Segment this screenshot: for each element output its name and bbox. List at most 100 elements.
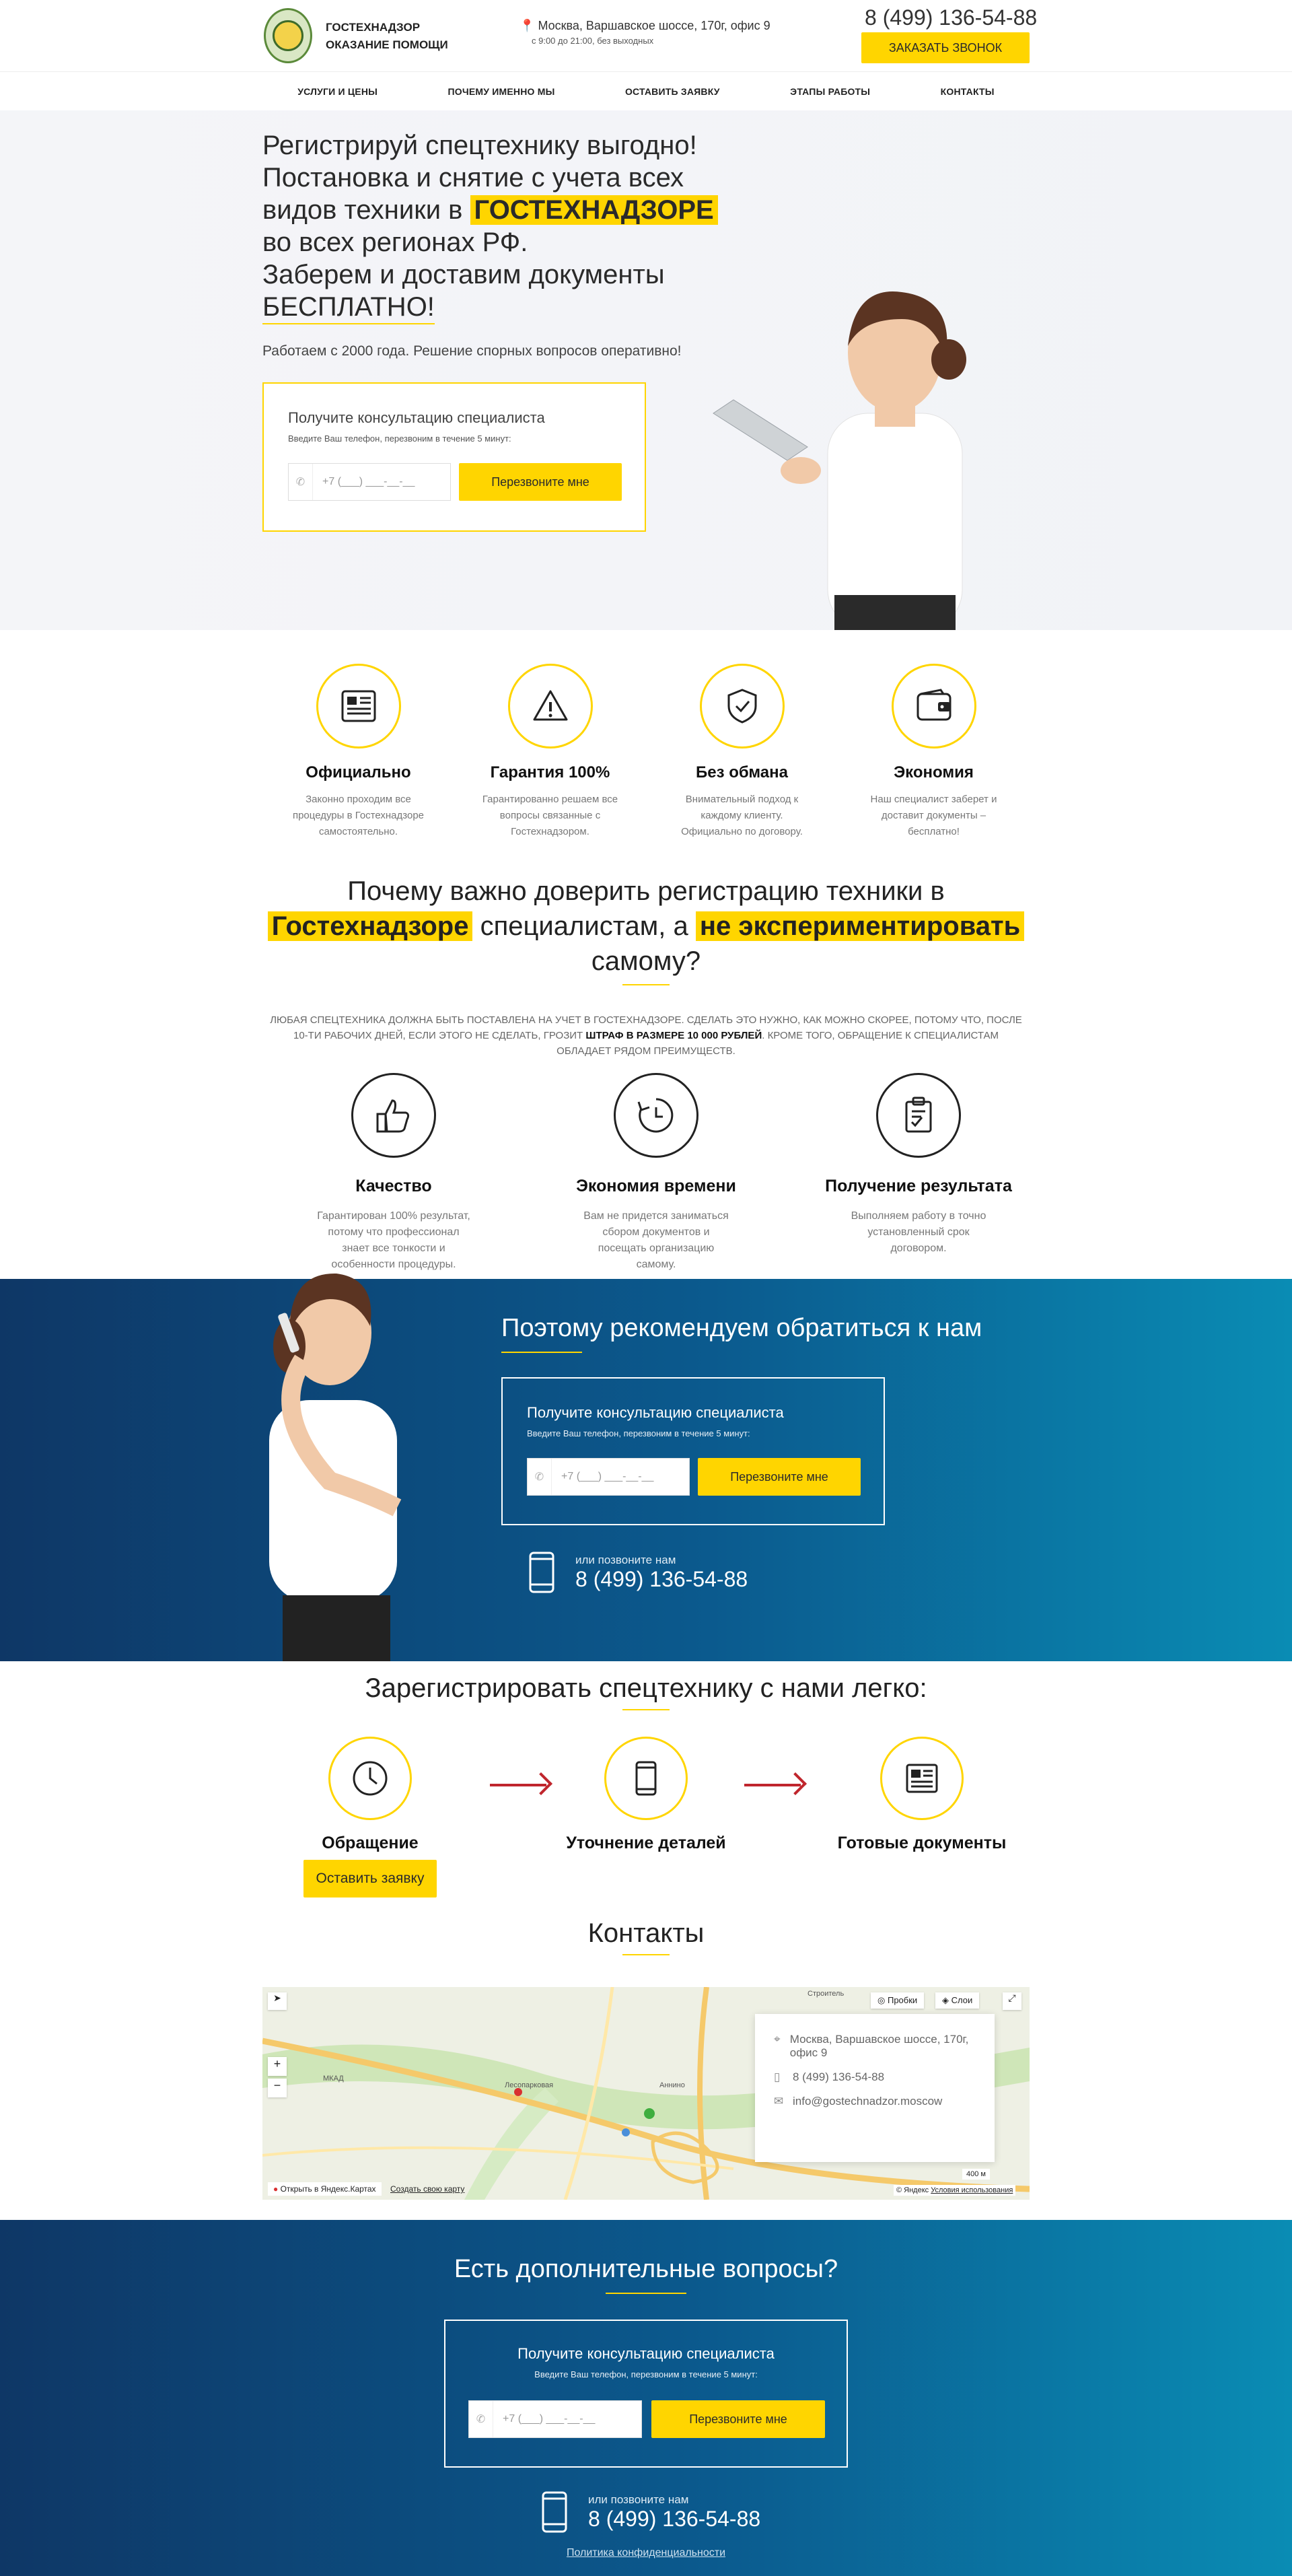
order-call-button[interactable]: ЗАКАЗАТЬ ЗВОНОК — [861, 32, 1030, 63]
step-arrow — [490, 1784, 546, 1786]
step-title: Готовые документы — [837, 1834, 1007, 1852]
nav-contacts[interactable]: КОНТАКТЫ — [941, 86, 995, 97]
nav-services[interactable]: УСЛУГИ И ЦЕНЫ — [297, 86, 378, 97]
contact-phone[interactable]: ▯ 8 (499) 136-54-88 — [774, 2070, 976, 2084]
thumbs-up-icon — [351, 1073, 436, 1158]
map-label: Строитель — [808, 1990, 845, 1998]
woman-on-phone-image — [269, 1273, 402, 1661]
map-label: Лесопарковая — [505, 2081, 554, 2089]
privacy-policy-link[interactable]: Политика конфиденциальности — [0, 2547, 1292, 2559]
nav-why-us[interactable]: ПОЧЕМУ ИМЕННО МЫ — [447, 86, 554, 97]
contact-email[interactable]: ✉ info@gostechnadzor.moscow — [774, 2095, 976, 2108]
logo-emblem[interactable] — [264, 8, 312, 63]
woman-with-tablet-image — [713, 291, 966, 630]
callback-button[interactable]: Перезвоните мне — [459, 463, 622, 501]
phone-placeholder: +7 (___) ___-__-__ — [322, 476, 415, 487]
why-section: Почему важно доверить регистрацию техник… — [262, 874, 1030, 1059]
phone-input[interactable]: ✆ +7 (___) ___-__-__ — [527, 1458, 690, 1496]
hero-line1: Регистрируй спецтехнику выгодно! — [262, 131, 697, 160]
form-subtitle: Введите Ваш телефон, перезвоним в течени… — [527, 1428, 750, 1438]
why-line3: самому? — [591, 946, 701, 976]
feature-desc: Законно проходим все процедуры в Гостехн… — [292, 794, 425, 837]
feature-desc: Внимательный подход к каждому клиенту. О… — [681, 794, 803, 837]
form-subtitle: Введите Ваш телефон, перезвоним в течени… — [288, 433, 511, 444]
hero-line3: видов техники в — [262, 195, 470, 225]
traffic-icon: ◎ — [877, 1995, 888, 2005]
feature-desc: Гарантированно решаем все вопросы связан… — [482, 794, 618, 837]
phone-input[interactable]: ✆ +7 (___) ___-__-__ — [468, 2400, 642, 2438]
working-hours: с 9:00 до 21:00, без выходных — [532, 36, 654, 46]
fullscreen-icon[interactable]: ⤢ — [1003, 1992, 1021, 2010]
newspaper-icon — [880, 1737, 964, 1820]
map-traffic-button[interactable]: ◎ Пробки — [871, 1992, 925, 2009]
feature-title: Официально — [306, 763, 411, 781]
map-copyright-text: © Яндекс — [896, 2186, 929, 2194]
envelope-icon: ✉ — [774, 2095, 784, 2108]
zoom-out-button[interactable]: − — [268, 2079, 287, 2097]
open-yandex-maps-label: Открыть в Яндекс.Картах — [280, 2184, 376, 2194]
contacts-section: Контакты — [262, 1918, 1030, 1955]
advantage-desc: Вам не придется заниматься сбором докуме… — [583, 1210, 729, 1270]
create-map-link[interactable]: Создать свою карту — [390, 2184, 464, 2194]
map-terms-link[interactable]: Условия использования — [931, 2186, 1013, 2194]
recommend-consult-form: Получите консультацию специалиста Введит… — [501, 1377, 885, 1525]
advantage-time: Экономия времени Вам не придется занимат… — [525, 1073, 787, 1273]
questions-phone[interactable]: 8 (499) 136-54-88 — [588, 2507, 760, 2532]
feature-title: Гарантия 100% — [490, 763, 610, 781]
hero-subtitle: Работаем с 2000 года. Решение спорных во… — [262, 343, 682, 359]
hero-line4: во всех регионах РФ. — [262, 228, 528, 257]
phone-placeholder: +7 (___) ___-__-__ — [503, 2413, 596, 2425]
apply-button[interactable]: Оставить заявку — [303, 1860, 437, 1898]
callback-button[interactable]: Перезвоните мне — [698, 1458, 861, 1496]
clock-icon — [328, 1737, 412, 1820]
mobile-phone-icon — [542, 2491, 567, 2533]
phone-icon — [604, 1737, 688, 1820]
feature-official: Официально Законно проходим все процедур… — [262, 664, 454, 840]
steps-row: Обращение Оставить заявку Уточнение дета… — [262, 1737, 1030, 1898]
title-underline — [622, 984, 670, 985]
yandex-pin-icon: ● — [273, 2184, 281, 2194]
map-copyright: © Яндекс Условия использования — [894, 2185, 1016, 2196]
feature-title: Без обмана — [696, 763, 788, 781]
map-layers-button[interactable]: ◈ Слои — [935, 1992, 980, 2009]
nav-apply[interactable]: ОСТАВИТЬ ЗАЯВКУ — [625, 86, 720, 97]
why-line1: Почему важно доверить регистрацию техник… — [347, 876, 945, 906]
phone-icon: ✆ — [528, 1459, 552, 1495]
wallet-icon — [891, 664, 976, 749]
hero-consult-form: Получите консультацию специалиста Введит… — [262, 382, 646, 532]
advantage-desc: Выполняем работу в точно установленный с… — [851, 1210, 986, 1254]
time-save-icon — [614, 1073, 698, 1158]
warning-icon — [507, 664, 593, 749]
why-highlight2: не экспериментировать — [695, 911, 1025, 941]
title-underline — [622, 1709, 670, 1710]
locate-icon[interactable]: ➤ — [268, 1992, 287, 2010]
fine-amount: штраф в размере 10 000 рублей — [585, 1030, 762, 1041]
feature-title: Экономия — [894, 763, 974, 781]
questions-consult-form: Получите консультацию специалиста Введит… — [444, 2320, 848, 2468]
phone-input[interactable]: ✆ +7 (___) ___-__-__ — [288, 463, 451, 501]
or-call-label: или позвоните нам — [588, 2493, 689, 2506]
callback-button[interactable]: Перезвоните мне — [651, 2400, 825, 2438]
open-yandex-maps-link[interactable]: ● Открыть в Яндекс.Картах — [268, 2182, 382, 2196]
nav-stages[interactable]: ЭТАПЫ РАБОТЫ — [790, 86, 870, 97]
layers-icon: ◈ — [942, 1995, 952, 2005]
recommend-phone[interactable]: 8 (499) 136-54-88 — [575, 1567, 748, 1592]
contact-address-text: Москва, Варшавское шоссе, 170г, офис 9 — [789, 2033, 969, 2059]
feature-economy: Экономия Наш специалист заберет и достав… — [838, 664, 1030, 840]
step-request: Обращение Оставить заявку — [262, 1737, 478, 1898]
header-phone[interactable]: 8 (499) 136-54-88 — [865, 5, 1037, 30]
map-scale: 400 м — [962, 2169, 990, 2180]
form-title: Получите консультацию специалиста — [527, 1404, 784, 1421]
zoom-in-button[interactable]: + — [268, 2057, 287, 2076]
yandex-map[interactable]: Лесопарковая МКАД Аннино Строитель ◎ Про… — [262, 1987, 1030, 2200]
contacts-title: Контакты — [587, 1918, 705, 1948]
hero-title: Регистрируй спецтехнику выгодно! Постано… — [262, 129, 747, 324]
title-underline — [606, 2293, 686, 2294]
title-underline — [622, 1954, 670, 1955]
mobile-phone-icon: ▯ — [774, 2070, 781, 2083]
advantage-result: Получение результата Выполняем работу в … — [787, 1073, 1050, 1273]
why-mid: специалистам, а — [472, 911, 696, 941]
why-highlight1: Гостехнадзоре — [267, 911, 473, 941]
phone-icon: ✆ — [469, 2401, 493, 2437]
advantage-title: Экономия времени — [576, 1177, 736, 1195]
